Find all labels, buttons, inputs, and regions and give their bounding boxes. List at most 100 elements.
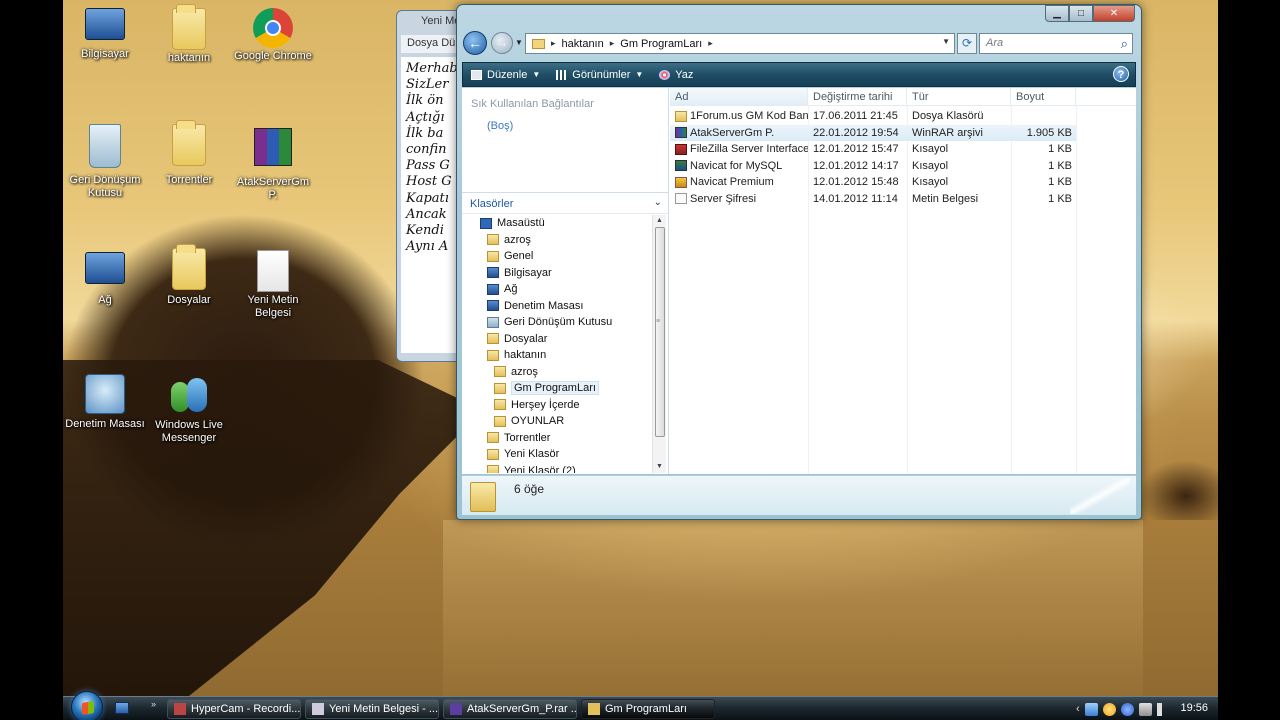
messenger-tray-icon[interactable] <box>1120 702 1134 716</box>
folders-header[interactable]: Klasörler ⌄ <box>462 192 668 214</box>
file-date: 12.01.2012 15:48 <box>813 176 899 189</box>
tree-item[interactable]: Dosyalar <box>462 331 652 348</box>
volume-icon[interactable] <box>1156 702 1170 716</box>
desktop-icon-messenger[interactable]: Windows Live Messenger <box>147 378 231 445</box>
file-row[interactable]: AtakServerGm P. 22.01.2012 19:54 WinRAR ar… <box>670 124 1076 141</box>
scroll-up-icon[interactable]: ▲ <box>653 215 666 227</box>
desktop-icon-dosyalar[interactable]: Dosyalar <box>147 244 231 307</box>
desktop-icon-label: Bilgisayar <box>81 48 129 60</box>
maximize-button[interactable]: □ <box>1069 5 1093 22</box>
desktop-icon-user-folder[interactable]: haktanın <box>147 4 231 65</box>
tree-item[interactable]: Yeni Klasör (2) <box>462 463 652 473</box>
tree-item[interactable]: Masaüstü <box>462 215 652 232</box>
folder-icon <box>487 448 499 460</box>
file-size: 1 KB <box>1048 176 1072 189</box>
desktop-icon-winrar[interactable]: AtakServerGm P. <box>231 124 315 202</box>
file-row[interactable]: Navicat for MySQL 12.01.2012 14:17 Kısayol… <box>670 158 1136 175</box>
desktop-icon-recycle-bin[interactable]: Geri Dönüşüm Kutusu <box>63 124 147 200</box>
tree-item[interactable]: azroş <box>462 364 652 381</box>
file-row[interactable]: Navicat Premium 12.01.2012 15:48 Kısayol 1 … <box>670 174 1136 191</box>
chrome-icon <box>253 8 293 48</box>
clock[interactable]: 19:56 <box>1180 702 1208 714</box>
winrar-icon <box>450 703 462 715</box>
views-icon <box>556 69 568 80</box>
tree-item[interactable]: Torrentler <box>462 430 652 447</box>
scroll-down-icon[interactable]: ▼ <box>653 461 666 473</box>
breadcrumb-item[interactable]: Gm ProgramLarı <box>620 38 702 50</box>
folder-icon <box>588 703 600 715</box>
file-date: 12.01.2012 14:17 <box>813 159 899 172</box>
close-button[interactable]: ✕ <box>1093 5 1135 22</box>
tree-item[interactable]: azroş <box>462 232 652 249</box>
messenger-icon <box>167 378 211 416</box>
tree-item[interactable]: OYUNLAR <box>462 413 652 430</box>
back-button[interactable]: ← <box>463 31 487 55</box>
taskbar-button[interactable]: Yeni Metin Belgesi - ... <box>305 699 439 719</box>
taskbar-button[interactable]: Gm ProgramLarı <box>581 699 715 719</box>
network-icon <box>487 283 499 295</box>
views-button[interactable]: Görünümler ▼ <box>548 69 651 81</box>
organize-button[interactable]: Düzenle ▼ <box>463 69 548 81</box>
desktop-icon-text-document[interactable]: Yeni Metin Belgesi <box>231 250 315 320</box>
column-type[interactable]: Tür <box>907 88 1011 105</box>
search-input[interactable]: Ara ⌕ <box>979 33 1133 54</box>
column-size[interactable]: Boyut <box>1011 88 1076 105</box>
network-tray-icon[interactable] <box>1084 702 1098 716</box>
file-row[interactable]: Server Şifresi 14.01.2012 11:14 Metin Belg… <box>670 191 1136 208</box>
desktop-icon-network[interactable]: Ağ <box>63 252 147 307</box>
notification-icon[interactable] <box>1102 702 1116 716</box>
folder-icon <box>487 250 499 262</box>
desktop-icon-chrome[interactable]: Google Chrome <box>231 4 315 63</box>
chevron-right-icon[interactable]: ▸ <box>551 38 556 49</box>
address-dropdown-icon[interactable]: ▼ <box>942 37 950 46</box>
minimize-button[interactable]: ▁ <box>1045 5 1069 22</box>
tree-scrollbar[interactable]: ▲ ≡ ▼ <box>652 215 666 473</box>
refresh-button[interactable]: ⟳ <box>957 33 977 54</box>
show-desktop-icon[interactable] <box>115 702 129 714</box>
desktop-icon-label: AtakServerGm P. <box>236 176 310 201</box>
quick-launch-more-icon[interactable]: » <box>151 699 156 709</box>
burn-button[interactable]: Yaz <box>651 69 701 81</box>
address-bar[interactable]: ▸ haktanın ▸ Gm ProgramLarı ▸ ▼ <box>525 33 955 54</box>
network-icon <box>85 252 125 284</box>
tree-item[interactable]: Ağ <box>462 281 652 298</box>
column-name[interactable]: Ad <box>670 88 808 105</box>
tree-item[interactable]: Herşey İçerde <box>462 397 652 414</box>
forward-button[interactable]: → <box>491 32 513 54</box>
chevron-down-icon[interactable]: ⌄ <box>654 197 662 208</box>
history-dropdown-icon[interactable]: ▼ <box>515 38 523 47</box>
file-type: Kısayol <box>912 176 949 189</box>
scroll-thumb[interactable] <box>655 227 665 437</box>
file-date: 22.01.2012 19:54 <box>813 126 899 139</box>
explorer-window[interactable]: ▁ □ ✕ ← → ▼ ▸ haktanın ▸ Gm ProgramLarı … <box>456 4 1142 520</box>
desktop-icon-torrentler[interactable]: Torrentler <box>147 120 231 187</box>
tree-item[interactable]: Denetim Masası <box>462 298 652 315</box>
tree-item[interactable]: Genel <box>462 248 652 265</box>
file-row[interactable]: 1Forum.us GM Kod Ban... 17.06.2011 21:45 D… <box>670 108 1136 125</box>
chevron-down-icon: ▼ <box>635 70 644 79</box>
help-button[interactable]: ? <box>1113 66 1129 82</box>
search-icon[interactable]: ⌕ <box>1121 36 1128 52</box>
desktop-icon-computer[interactable]: Bilgisayar <box>63 8 147 61</box>
tree-item[interactable]: Gm ProgramLarı <box>462 380 652 397</box>
navigation-bar: ← → ▼ ▸ haktanın ▸ Gm ProgramLarı ▸ ▼ ⟳ … <box>463 31 1133 57</box>
tree-item[interactable]: Geri Dönüşüm Kutusu <box>462 314 652 331</box>
tray-expand-icon[interactable]: ‹ <box>1076 703 1080 715</box>
column-date[interactable]: Değiştirme tarihi <box>808 88 907 105</box>
start-button[interactable] <box>71 691 103 720</box>
computer-icon <box>487 267 499 279</box>
file-row[interactable]: FileZilla Server Interface 12.01.2012 15:… <box>670 141 1136 158</box>
tree-item[interactable]: Bilgisayar <box>462 265 652 282</box>
chevron-right-icon[interactable]: ▸ <box>708 38 713 49</box>
organize-label: Düzenle <box>487 68 528 81</box>
taskbar-button[interactable]: HyperCam - Recordi... <box>167 699 301 719</box>
tree-item[interactable]: Yeni Klasör <box>462 446 652 463</box>
desktop-icon-control-panel[interactable]: Denetim Masası <box>63 374 147 431</box>
breadcrumb-item[interactable]: haktanın <box>562 38 604 50</box>
tree-item[interactable]: haktanın <box>462 347 652 364</box>
connection-tray-icon[interactable] <box>1138 702 1152 716</box>
taskbar-button[interactable]: AtakServerGm_P.rar ... <box>443 699 577 719</box>
tree-item-label: haktanın <box>504 349 547 362</box>
desktop-icon-label: Yeni Metin Belgesi <box>247 294 299 319</box>
chevron-right-icon[interactable]: ▸ <box>610 38 615 49</box>
